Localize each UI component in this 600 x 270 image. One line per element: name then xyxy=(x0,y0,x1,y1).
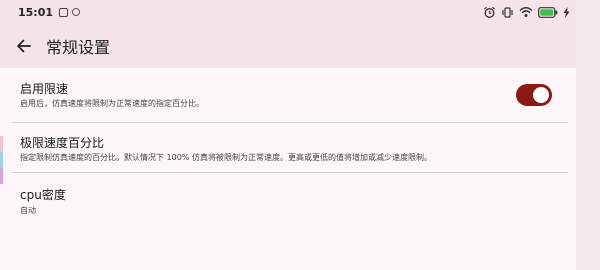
setting-speed-percent-subtitle: 指定限制仿真速度的百分比。默认情况下 100% 仿真将被限制为正常速度。更高或更… xyxy=(20,153,432,162)
setting-limit-speed[interactable]: 启用限速 启用后，仿真速度将限制为正常速度的指定百分比。 xyxy=(0,68,576,123)
app-window: 15:01 常规设置 启用限速 启用后，仿真速度将限制为正常速度的指定百分比。 … xyxy=(0,0,576,270)
setting-cpu-accuracy[interactable]: cpu密度 自动 xyxy=(0,172,576,220)
top-app-bar: 常规设置 xyxy=(0,24,576,68)
status-right-icons xyxy=(483,0,570,24)
back-button[interactable] xyxy=(6,28,42,64)
edge-color-strip-pink xyxy=(0,136,3,152)
edge-color-strip-purple xyxy=(0,168,3,184)
battery-icon xyxy=(538,6,558,18)
edge-color-strip-blue xyxy=(0,152,3,168)
setting-limit-speed-title: 启用限速 xyxy=(20,82,69,96)
status-left-icons xyxy=(59,7,81,17)
charging-icon xyxy=(563,6,570,18)
status-time: 15:01 xyxy=(18,5,54,19)
settings-list: 启用限速 启用后，仿真速度将限制为正常速度的指定百分比。 极限速度百分比 指定限… xyxy=(0,68,576,220)
setting-speed-percent-title: 极限速度百分比 xyxy=(20,136,105,150)
limit-speed-toggle[interactable] xyxy=(516,84,552,106)
arrow-left-icon xyxy=(17,39,31,53)
wifi-icon xyxy=(519,7,533,17)
notification-circle-icon xyxy=(72,8,81,16)
vibrate-icon xyxy=(502,6,513,18)
status-bar: 15:01 xyxy=(0,0,576,24)
setting-cpu-accuracy-title: cpu密度 xyxy=(20,188,66,202)
toggle-knob xyxy=(533,87,549,103)
alarm-icon xyxy=(484,6,495,18)
setting-speed-percent[interactable]: 极限速度百分比 指定限制仿真速度的百分比。默认情况下 100% 仿真将被限制为正… xyxy=(0,122,576,173)
notification-box-icon xyxy=(59,7,69,17)
setting-limit-speed-subtitle: 启用后，仿真速度将限制为正常速度的指定百分比。 xyxy=(20,99,204,108)
page-title: 常规设置 xyxy=(46,38,111,57)
setting-cpu-accuracy-value: 自动 xyxy=(20,206,36,215)
